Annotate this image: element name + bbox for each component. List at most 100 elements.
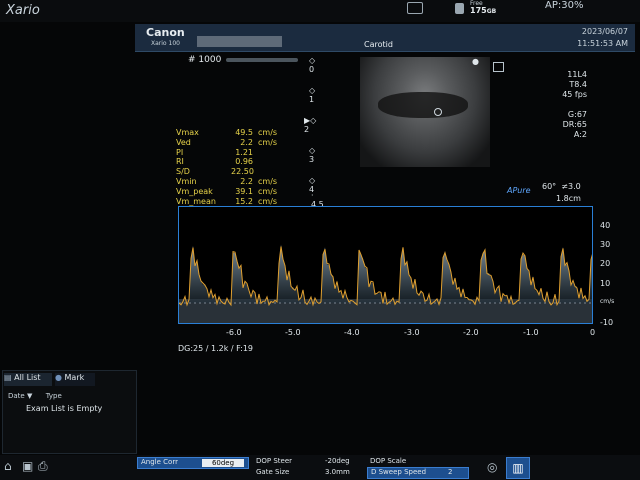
imaging-parameters: 11L4 T8.4 45 fps G:67 DR:65 A:2 xyxy=(555,70,587,140)
company-logo: Canon xyxy=(146,26,185,39)
y-tick-10: 10 xyxy=(600,279,611,288)
print-icon[interactable]: ⎙ xyxy=(38,459,48,474)
measurement-row: Vm_peak 39.1 cm/s xyxy=(176,187,277,197)
frequency: T8.4 xyxy=(569,80,587,89)
x-tick-3: -3.0 xyxy=(404,328,420,337)
frame-counter: # 1000 xyxy=(188,55,222,65)
depth-2: 2 xyxy=(304,125,310,134)
measurement-label: S/D xyxy=(176,167,190,177)
gate-size-control[interactable]: Gate Size 3.0mm xyxy=(253,468,363,478)
measurement-label: Vmin xyxy=(176,176,197,186)
list-header[interactable]: Date ▼ Type xyxy=(8,392,62,400)
angle-corr-control[interactable]: Angle Corr 60deg xyxy=(137,457,249,469)
save-icon[interactable]: ▣ xyxy=(22,459,33,473)
measurement-value: 2.2 xyxy=(240,137,253,147)
measurement-label: Vmax xyxy=(176,128,199,137)
tab-mark[interactable]: ● Mark xyxy=(55,373,95,386)
measurement-label: Vm_peak xyxy=(176,186,213,196)
gain: G:67 xyxy=(567,110,587,119)
home-icon[interactable]: ⌂ xyxy=(4,459,12,473)
dynamic-range: DR:65 xyxy=(562,120,587,129)
frame-rate: 45 fps xyxy=(562,90,587,99)
averaging: A:2 xyxy=(573,130,587,139)
cine-bar[interactable] xyxy=(226,58,298,62)
body-mark-icon xyxy=(493,62,504,72)
probe-orientation-icon: ● xyxy=(472,57,479,66)
sweep-speed-control[interactable]: D Sweep Speed 2 xyxy=(367,467,469,479)
patient-id-redacted xyxy=(197,36,282,47)
sample-volume-marker xyxy=(434,108,442,116)
measurement-unit: cm/s xyxy=(258,186,278,196)
exam-time: 11:51:53 AM xyxy=(577,39,628,48)
measurement-unit xyxy=(253,148,258,158)
brand-logo: Xario xyxy=(6,3,40,18)
measurement-row: Vmax 49.5 cm/s xyxy=(176,128,277,138)
tab-all-list[interactable]: ▤ All List xyxy=(4,373,52,386)
spectrum-fill xyxy=(179,244,592,303)
depth-1: 1 xyxy=(309,95,315,104)
measurement-row: Vm_mean 15.2 cm/s xyxy=(176,197,277,207)
measurement-value: 1.21 xyxy=(235,147,253,157)
apure-label: APure xyxy=(507,186,531,195)
monitor-icon xyxy=(407,2,423,14)
measurement-row: PI 1.21 xyxy=(176,148,277,158)
doppler-settings: DG:25 / 1.2k / F:19 xyxy=(178,344,254,353)
measurement-label: Vm_mean xyxy=(176,196,216,206)
dop-scale-control[interactable]: DOP Scale xyxy=(367,457,467,467)
measurement-unit: cm/s xyxy=(258,196,278,206)
storage-icon xyxy=(455,3,464,14)
column-date: Date ▼ xyxy=(8,392,33,400)
doppler-spectrum xyxy=(178,206,593,324)
angle-sample: 60° ≠3.0 xyxy=(542,182,581,191)
measurement-value: 49.5 xyxy=(235,128,253,137)
measurement-value: 15.2 xyxy=(235,196,253,206)
measurement-value: 2.2 xyxy=(240,176,253,186)
measurement-row: Vmin 2.2 cm/s xyxy=(176,177,277,187)
y-tick-40: 40 xyxy=(600,221,611,230)
x-tick-6: -6.0 xyxy=(226,328,242,337)
measurement-unit xyxy=(253,157,258,167)
x-tick-4: -4.0 xyxy=(344,328,360,337)
empty-message: Exam List is Empty xyxy=(26,404,103,413)
y-tick-20: 20 xyxy=(600,259,611,268)
free-space-value: 175GB xyxy=(470,6,497,15)
velocity-scale: 40 30 20 10 cm/s -10 xyxy=(600,206,630,327)
measurement-value: 0.96 xyxy=(235,157,253,167)
layout-icon[interactable]: ▥ xyxy=(506,457,530,479)
exam-preset: Carotid xyxy=(364,40,393,49)
sample-depth: 1.8cm xyxy=(556,194,581,203)
measurement-row: RI 0.96 xyxy=(176,157,277,167)
measurement-label: RI xyxy=(176,157,184,167)
y-unit: cm/s xyxy=(600,298,615,305)
measurement-row: S/D 22.50 xyxy=(176,167,277,177)
x-tick-1: -1.0 xyxy=(523,328,539,337)
model-name: Xario 100 xyxy=(151,40,180,47)
spectrum-graphic xyxy=(179,244,592,323)
spectral-waveforms xyxy=(179,244,592,303)
x-tick-2: -2.0 xyxy=(463,328,479,337)
measurement-unit: cm/s xyxy=(258,137,278,147)
top-bar xyxy=(0,0,640,22)
depth-0: 0 xyxy=(309,65,315,74)
measurement-label: PI xyxy=(176,147,184,157)
vessel-lumen xyxy=(378,92,468,118)
acoustic-power: AP:30% xyxy=(545,0,584,11)
measurement-unit xyxy=(253,167,258,177)
probe-name: 11L4 xyxy=(567,70,587,79)
time-axis: -6.0 -5.0 -4.0 -3.0 -2.0 -1.0 0 xyxy=(178,326,608,340)
dop-steer-control[interactable]: DOP Steer -20deg xyxy=(253,457,363,467)
measurement-row: Ved 2.2 cm/s xyxy=(176,138,277,148)
column-type: Type xyxy=(45,392,62,400)
camera-icon[interactable]: ◎ xyxy=(487,460,497,474)
y-tick-30: 30 xyxy=(600,240,611,249)
exam-date: 2023/06/07 xyxy=(581,27,628,36)
x-tick-5: -5.0 xyxy=(285,328,301,337)
measurement-label: Ved xyxy=(176,137,191,147)
depth-3: 3 xyxy=(309,155,315,164)
measurement-value: 22.50 xyxy=(231,167,254,177)
measurement-value: 39.1 xyxy=(235,186,253,196)
measurement-unit: cm/s xyxy=(258,176,278,186)
x-tick-0: 0 xyxy=(590,328,596,337)
measurement-panel: Vmax 49.5 cm/s Ved 2.2 cm/s PI 1.21 RI 0.96 S/D 22.… xyxy=(176,128,277,206)
measurement-unit: cm/s xyxy=(258,128,278,137)
